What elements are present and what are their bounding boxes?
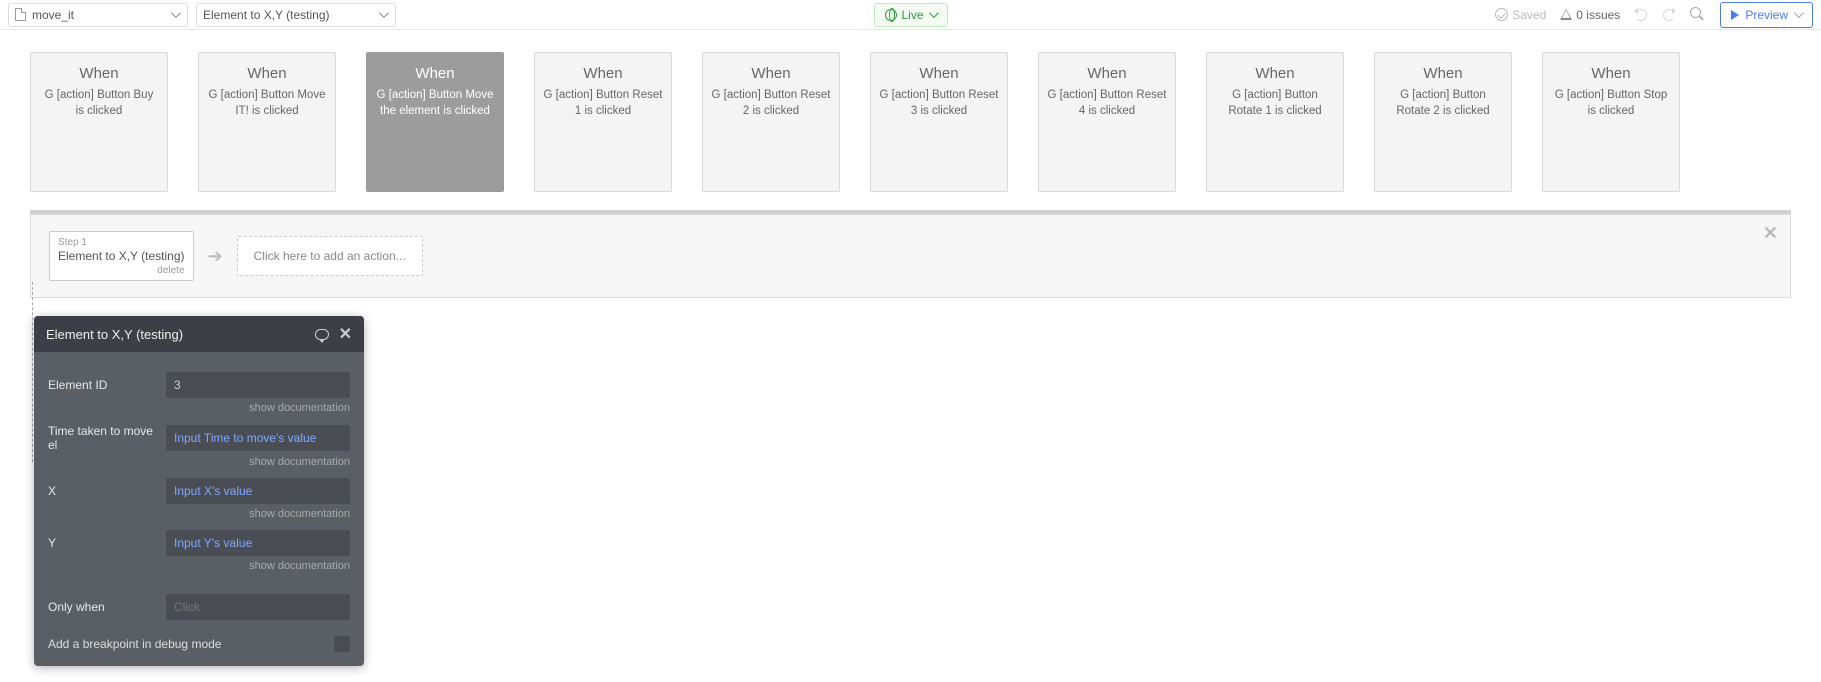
workflow-card-title: When xyxy=(879,65,999,82)
workflow-card-title: When xyxy=(543,65,663,82)
top-toolbar: move_it Element to X,Y (testing) Live Sa… xyxy=(0,0,1821,30)
workflow-card-subtitle: G [action] Button Reset 3 is clicked xyxy=(879,88,999,119)
undo-button[interactable] xyxy=(1634,8,1648,22)
workflow-card-subtitle: G [action] Button Rotate 2 is clicked xyxy=(1383,88,1503,119)
workflow-card[interactable]: When G [action] Button Reset 2 is clicked xyxy=(702,52,840,192)
workflow-card-title: When xyxy=(711,65,831,82)
workflow-card[interactable]: When G [action] Button Reset 1 is clicked xyxy=(534,52,672,192)
workflow-area: WhenG [action] Button Buy is clickedWhen… xyxy=(0,30,1821,298)
y-input[interactable] xyxy=(166,530,350,556)
property-editor-panel: Element to X,Y (testing) ✕ Element ID sh… xyxy=(34,316,364,666)
globe-icon xyxy=(884,9,896,21)
prop-label: X xyxy=(48,484,158,498)
workflow-card[interactable]: When G [action] Button Stop is clicked xyxy=(1542,52,1680,192)
show-documentation-link[interactable]: show documentation xyxy=(48,560,350,572)
chevron-down-icon xyxy=(379,11,387,19)
step-box[interactable]: Step 1 Element to X,Y (testing) delete xyxy=(49,231,194,281)
connector-line xyxy=(32,282,33,462)
prop-row-only-when: Only when xyxy=(48,594,350,620)
prop-row-y: Y xyxy=(48,530,350,556)
check-circle-icon xyxy=(1495,8,1508,21)
property-panel-body: Element ID show documentation Time taken… xyxy=(34,352,364,666)
property-panel-title: Element to X,Y (testing) xyxy=(46,327,183,342)
workflow-card-subtitle: G [action] Button Move the element is cl… xyxy=(375,88,495,119)
step-panel: ✕ Step 1 Element to X,Y (testing) delete… xyxy=(30,214,1791,298)
workflow-card[interactable]: When G [action] Button Move IT! is clicke… xyxy=(198,52,336,192)
workflow-card-subtitle: G [action] Button Buy is clicked xyxy=(39,88,159,119)
search-button[interactable] xyxy=(1690,7,1706,23)
workflow-name: Element to X,Y (testing) xyxy=(203,8,330,22)
workflow-card[interactable]: When G [action] Button Rotate 1 is clicke… xyxy=(1206,52,1344,192)
workflow-card-subtitle: G [action] Button Reset 4 is clicked xyxy=(1047,88,1167,119)
workflow-card[interactable]: When G [action] Button Move the element i… xyxy=(366,52,504,192)
prop-label: Element ID xyxy=(48,378,158,392)
play-icon xyxy=(1731,10,1739,20)
chevron-down-icon xyxy=(929,11,937,19)
workflow-card[interactable]: When G [action] Button Buy is clicked xyxy=(30,52,168,192)
issues-label: 0 issues xyxy=(1576,8,1620,22)
close-step-panel-button[interactable]: ✕ xyxy=(1763,223,1778,244)
workflow-selector-dropdown[interactable]: Element to X,Y (testing) xyxy=(196,3,396,27)
breakpoint-checkbox[interactable] xyxy=(334,636,350,652)
arrow-right-icon: ➔ xyxy=(208,246,223,267)
workflow-card-subtitle: G [action] Button Stop is clicked xyxy=(1551,88,1671,119)
time-input[interactable] xyxy=(166,425,350,451)
step-number: Step 1 xyxy=(58,237,185,248)
workflow-card-title: When xyxy=(1383,65,1503,82)
page-name: move_it xyxy=(32,8,74,22)
preview-button[interactable]: Preview xyxy=(1720,2,1813,28)
page-selector-dropdown[interactable]: move_it xyxy=(8,3,188,27)
saved-status: Saved xyxy=(1495,8,1546,22)
show-documentation-link[interactable]: show documentation xyxy=(48,402,350,414)
live-version-pill[interactable]: Live xyxy=(873,3,947,27)
workflow-card-title: When xyxy=(1215,65,1335,82)
add-action-button[interactable]: Click here to add an action... xyxy=(237,236,423,276)
workflow-card-title: When xyxy=(375,65,495,82)
workflow-card[interactable]: When G [action] Button Rotate 2 is clicke… xyxy=(1374,52,1512,192)
property-panel-header[interactable]: Element to X,Y (testing) ✕ xyxy=(34,316,364,352)
prop-label: Time taken to move el xyxy=(48,424,158,452)
only-when-input[interactable] xyxy=(166,594,350,620)
workflow-card-title: When xyxy=(39,65,159,82)
chevron-down-icon xyxy=(1794,11,1802,19)
step-delete-link[interactable]: delete xyxy=(58,265,185,276)
show-documentation-link[interactable]: show documentation xyxy=(48,508,350,520)
workflow-card-title: When xyxy=(207,65,327,82)
workflow-card-title: When xyxy=(1551,65,1671,82)
toolbar-right-group: Saved 0 issues Preview xyxy=(1495,2,1813,28)
prop-label: Only when xyxy=(48,600,158,614)
prop-label: Y xyxy=(48,536,158,550)
workflow-card-subtitle: G [action] Button Reset 2 is clicked xyxy=(711,88,831,119)
workflow-card-subtitle: G [action] Button Move IT! is clicked xyxy=(207,88,327,119)
warning-icon xyxy=(1560,9,1572,20)
workflow-card[interactable]: When G [action] Button Reset 4 is clicked xyxy=(1038,52,1176,192)
redo-button[interactable] xyxy=(1662,8,1676,22)
workflow-card-subtitle: G [action] Button Rotate 1 is clicked xyxy=(1215,88,1335,119)
workflow-cards-row: WhenG [action] Button Buy is clickedWhen… xyxy=(30,52,1791,192)
prop-row-element-id: Element ID xyxy=(48,372,350,398)
workflow-card-title: When xyxy=(1047,65,1167,82)
x-input[interactable] xyxy=(166,478,350,504)
prop-row-x: X xyxy=(48,478,350,504)
step-name: Element to X,Y (testing) xyxy=(58,249,185,263)
live-label: Live xyxy=(901,8,923,22)
issues-button[interactable]: 0 issues xyxy=(1560,8,1620,22)
workflow-card[interactable]: When G [action] Button Reset 3 is clicked xyxy=(870,52,1008,192)
show-documentation-link[interactable]: show documentation xyxy=(48,456,350,468)
chevron-down-icon xyxy=(171,11,179,19)
preview-label: Preview xyxy=(1745,8,1788,22)
element-id-input[interactable] xyxy=(166,372,350,398)
saved-label: Saved xyxy=(1512,8,1546,22)
comment-icon[interactable] xyxy=(315,329,329,340)
prop-row-time: Time taken to move el xyxy=(48,424,350,452)
workflow-card-subtitle: G [action] Button Reset 1 is clicked xyxy=(543,88,663,119)
breakpoint-label: Add a breakpoint in debug mode xyxy=(48,637,221,651)
prop-row-breakpoint: Add a breakpoint in debug mode xyxy=(48,636,350,652)
close-icon[interactable]: ✕ xyxy=(339,324,352,344)
file-icon xyxy=(15,8,26,21)
